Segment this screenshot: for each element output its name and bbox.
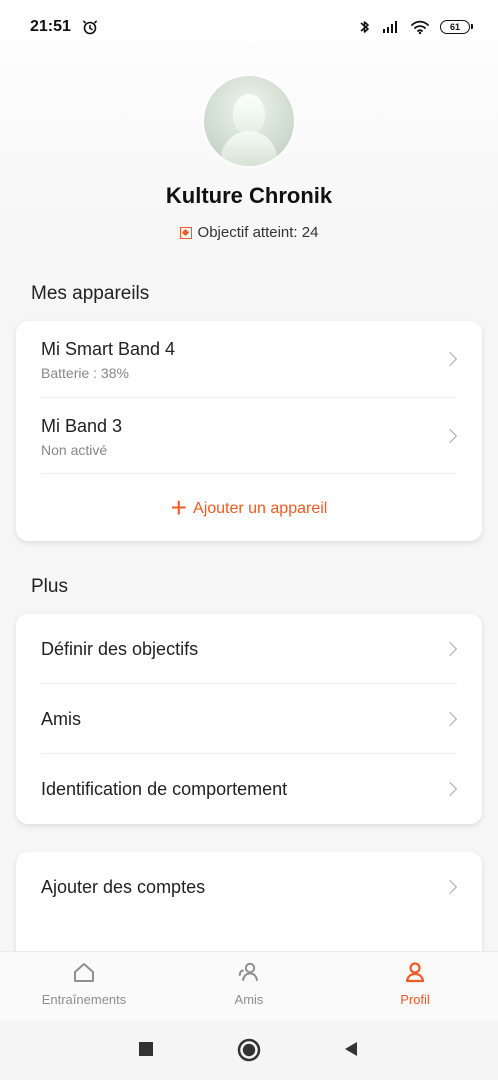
battery-icon: 61 [440,20,473,34]
goal-icon [179,226,192,239]
device-status: Non activé [41,442,108,458]
more-item-label: Amis [41,709,81,729]
add-accounts-row[interactable]: Ajouter des comptes [41,852,458,922]
nav-profile-label: Profil [400,992,430,1007]
more-section-title: Plus [31,576,68,597]
profile-icon [402,960,428,986]
home-icon [71,960,97,986]
devices-section-title: Mes appareils [31,283,150,304]
more-item-label: Définir des objectifs [41,639,199,659]
plus-icon: + [170,492,188,523]
status-time: 21:51 [30,18,71,35]
device-status: Batterie : 38% [41,365,129,381]
chevron-right-icon [442,781,458,797]
nav-workouts[interactable]: Entraînements [38,960,130,1007]
add-device-label: Ajouter un appareil [193,500,328,517]
chevron-right-icon [442,879,458,895]
chevron-right-icon [442,641,458,657]
device-name: Mi Smart Band 4 [41,339,176,359]
status-bar: 21:51 61 [0,0,498,54]
circle-icon[interactable] [237,1038,261,1067]
signal-icon [382,19,400,35]
accounts-card: Ajouter des comptes [16,852,482,962]
more-item-friends[interactable]: Amis [41,684,458,754]
wifi-icon [410,19,430,35]
status-left: 21:51 [30,18,99,36]
avatar-head [233,94,265,134]
system-navigation-bar [0,1021,498,1080]
status-right: 61 [358,18,473,36]
avatar[interactable] [204,76,294,166]
goal-summary: Objectif atteint: 24 [0,224,498,241]
back-triangle-icon[interactable] [343,1041,359,1062]
more-item-behavior-identification[interactable]: Identification de comportement [41,754,458,824]
nav-profile[interactable]: Profil [390,960,440,1007]
more-card: Définir des objectifs Amis Identificatio… [16,614,482,824]
add-accounts-label: Ajouter des comptes [41,877,206,897]
device-name: Mi Band 3 [41,416,123,436]
chevron-right-icon [442,711,458,727]
more-item-label: Identification de comportement [41,779,288,799]
screen: 21:51 61 Kulture Chronik Objectif attein… [0,0,498,1080]
goal-text: Objectif atteint: 24 [197,224,319,241]
add-device-button[interactable]: + Ajouter un appareil [16,492,482,523]
device-row-mi-band-3[interactable]: Mi Band 3 Non activé [41,398,458,474]
nav-workouts-label: Entraînements [41,992,127,1007]
friends-icon [236,960,262,986]
alarm-icon [81,18,99,36]
chevron-right-icon [442,351,458,367]
bottom-navigation: Entraînements Amis Profil [0,951,498,1021]
chevron-right-icon [442,428,458,444]
devices-card: Mi Smart Band 4 Batterie : 38% Mi Band 3… [16,321,482,541]
device-row-mi-smart-band-4[interactable]: Mi Smart Band 4 Batterie : 38% [41,321,458,398]
square-icon[interactable] [138,1041,154,1062]
avatar-body [221,131,277,166]
battery-level: 61 [449,22,460,32]
bluetooth-icon [358,18,372,36]
profile-name: Kulture Chronik [165,183,333,208]
nav-friends[interactable]: Amis [220,960,278,1007]
nav-friends-label: Amis [234,992,264,1007]
more-item-goals[interactable]: Définir des objectifs [41,614,458,684]
